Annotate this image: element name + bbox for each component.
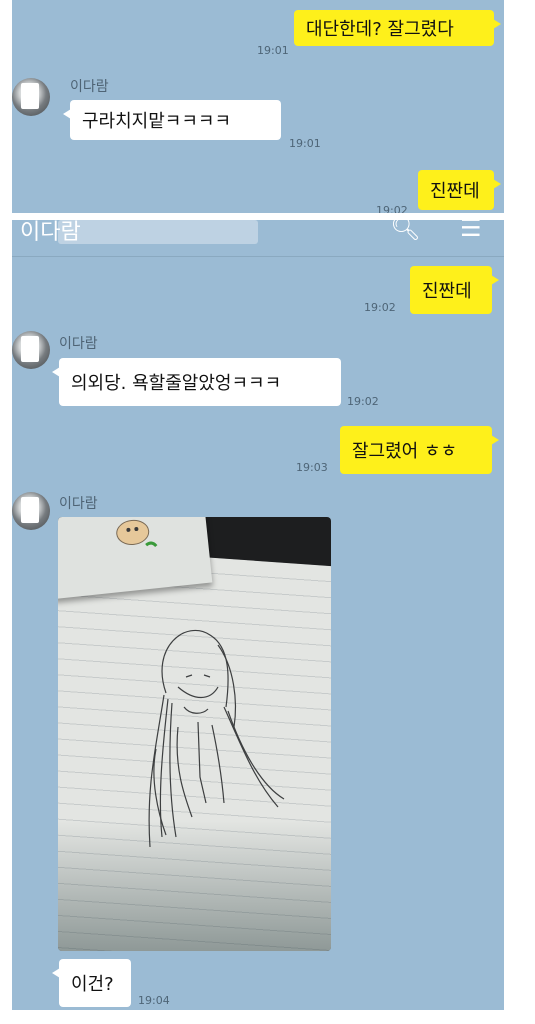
message-time: 19:01 (289, 137, 321, 150)
sender-name: 이다람 (70, 79, 109, 95)
message-time: 19:02 (376, 204, 408, 213)
message-bubble-received[interactable]: 의외당. 욕할줄알았엉ㅋㅋㅋ (52, 358, 341, 406)
avatar[interactable] (12, 331, 50, 369)
photo-shadow (58, 517, 331, 951)
chat-screenshot-top: 대단한데? 잘그렸다 19:01 이다람 구라치지맡ㅋㅋㅋㅋ 19:01 진짠데… (12, 0, 504, 213)
message-bubble-sent[interactable]: 대단한데? 잘그렸다 (294, 10, 501, 46)
avatar[interactable] (12, 78, 50, 116)
sender-name: 이다람 (59, 496, 98, 512)
chat-title: 이다람 (20, 220, 81, 245)
message-time: 19:02 (364, 301, 396, 314)
sender-name: 이다람 (59, 336, 98, 352)
search-icon[interactable]: 🔍︎ (390, 220, 420, 242)
chat-header: 이다람 🔍︎ ☰ (12, 220, 504, 257)
message-bubble-sent[interactable]: 진짠데 (410, 266, 499, 314)
chat-screenshot-bottom: 이다람 🔍︎ ☰ 진짠데 19:02 이다람 의외당. 욕할줄알았엉ㅋㅋㅋ 19… (12, 220, 504, 1010)
message-time: 19:02 (347, 395, 379, 408)
message-bubble-sent[interactable]: 잘그렸어 ㅎㅎ (340, 426, 499, 474)
message-bubble-sent[interactable]: 진짠데 (418, 170, 501, 210)
shared-photo[interactable] (58, 517, 331, 951)
avatar[interactable] (12, 492, 50, 530)
message-bubble-received[interactable]: 이건? (52, 959, 131, 1007)
screenshot-divider (12, 213, 504, 220)
message-time: 19:01 (257, 44, 289, 57)
header-search-bar[interactable] (58, 220, 258, 244)
message-bubble-received[interactable]: 구라치지맡ㅋㅋㅋㅋ (63, 100, 281, 140)
menu-icon[interactable]: ☰ (460, 220, 482, 242)
message-time: 19:03 (296, 461, 328, 474)
message-time: 19:04 (138, 994, 170, 1007)
